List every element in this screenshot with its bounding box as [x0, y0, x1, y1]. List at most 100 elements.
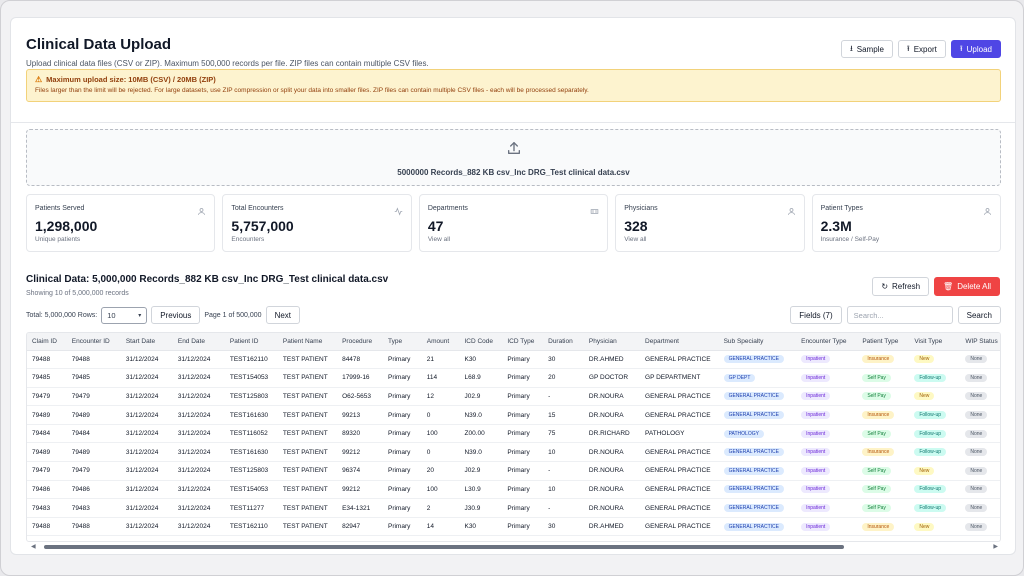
status-badge: Insurance	[862, 411, 895, 420]
rows-per-page-select[interactable]: 10 ▾	[101, 306, 148, 324]
status-badge: GP DEPT	[723, 373, 756, 382]
column-header[interactable]: Encounter Type	[796, 333, 858, 351]
stat-label: Total Encounters	[231, 205, 284, 212]
table-cell: TEST161630	[224, 405, 278, 425]
column-header[interactable]: Amount	[421, 333, 460, 351]
table-row[interactable]: 79489 79489 31/12/2024 31/12/2024 TEST161630…	[27, 405, 1000, 425]
status-badge: Inpatient	[801, 522, 831, 531]
table-cell: None	[960, 387, 1000, 407]
fields-button[interactable]: Fields (7)	[790, 306, 842, 324]
previous-button[interactable]: Previous	[151, 306, 201, 324]
column-header[interactable]: Patient Type	[857, 333, 910, 351]
horizontal-scrollbar[interactable]: ◀ ▶	[26, 543, 1001, 551]
upload-button[interactable]: ⭱ Upload	[950, 40, 1001, 58]
scroll-left-icon[interactable]: ◀	[31, 543, 36, 550]
search-input[interactable]: Search...	[846, 306, 953, 324]
table-row[interactable]: 79488 79488 31/12/2024 31/12/2024 TEST162110…	[27, 350, 1000, 370]
table-cell: Primary	[382, 405, 422, 425]
sample-button[interactable]: ⭳ Sample	[840, 40, 893, 58]
delete-all-button[interactable]: 🗑 Delete All	[934, 277, 1000, 296]
status-badge: GENERAL PRACTICE	[723, 504, 784, 513]
table-cell: 79489	[27, 405, 67, 425]
table-cell: Primary	[502, 405, 544, 425]
stat-card-physicians[interactable]: Physicians 328 View all	[615, 194, 805, 252]
page-header: Clinical Data Upload Upload clinical dat…	[26, 36, 1001, 68]
refresh-icon: ↻	[881, 281, 889, 291]
status-badge: None	[965, 504, 988, 513]
next-button[interactable]: Next	[265, 306, 301, 324]
stat-card-patient-types: Patient Types 2.3M Insurance / Self-Pay	[811, 194, 1002, 252]
column-header[interactable]: Encounter ID	[66, 333, 121, 351]
status-badge: Follow-up	[914, 411, 947, 420]
column-header[interactable]: End Date	[172, 333, 225, 351]
table-cell: 14	[421, 517, 460, 537]
scroll-right-icon[interactable]: ▶	[993, 543, 998, 550]
refresh-button[interactable]: ↻ Refresh	[872, 277, 930, 296]
table-cell: 79485	[66, 368, 121, 388]
scrollbar-thumb[interactable]	[44, 545, 844, 549]
table-row[interactable]: 79479 79479 31/12/2024 31/12/2024 TEST125803…	[27, 387, 1000, 407]
table-cell: Inpatient	[796, 368, 858, 388]
table-cell: Primary	[502, 517, 544, 537]
table-row[interactable]: 79489 79489 31/12/2024 31/12/2024 TEST161630…	[27, 442, 1000, 463]
table-cell: Self Pay	[857, 480, 910, 500]
column-header[interactable]: Physician	[583, 333, 641, 351]
table-cell: DR.AHMED	[583, 517, 641, 537]
table-cell: TEST125803	[224, 461, 278, 481]
column-header[interactable]: Start Date	[120, 333, 173, 351]
export-button[interactable]: ⭱ Export	[897, 40, 946, 58]
status-badge: Self Pay	[862, 466, 891, 475]
view-all-link[interactable]: View all	[428, 236, 599, 243]
table-cell: Inpatient	[796, 350, 858, 370]
table-cell: TEST125803	[224, 387, 278, 407]
search-button[interactable]: Search	[957, 306, 1001, 324]
column-header[interactable]: Sub Specialty	[718, 333, 797, 351]
table-cell: Insurance	[857, 517, 910, 537]
view-all-link[interactable]: View all	[624, 236, 795, 243]
column-header[interactable]: Patient Name	[277, 333, 338, 351]
table-cell: Follow-up	[909, 498, 961, 518]
table-cell: PATHOLOGY	[718, 424, 797, 444]
section-actions: ↻ Refresh 🗑 Delete All	[872, 277, 1000, 296]
column-header[interactable]: Patient ID	[224, 333, 278, 351]
column-header[interactable]: Department	[640, 333, 719, 351]
table-row[interactable]: 79483 79483 31/12/2024 31/12/2024 TEST11277 T…	[27, 498, 1000, 518]
table-cell: TEST154053	[224, 368, 278, 388]
stat-value: 328	[624, 218, 648, 234]
stat-card-departments[interactable]: Departments 47 View all	[418, 194, 609, 252]
table-cell: GENERAL PRACTICE	[718, 442, 797, 463]
status-badge: Insurance	[862, 355, 895, 364]
table-cell: 79483	[27, 498, 67, 518]
table-cell: 0	[421, 442, 460, 463]
status-badge: Inpatient	[801, 355, 831, 364]
column-header[interactable]: Visit Type	[909, 333, 961, 351]
column-header[interactable]: ICD Type	[502, 333, 544, 351]
column-header[interactable]: ICD Code	[459, 333, 503, 351]
file-dropzone[interactable]: 5000000 Records_882 KB csv_Inc DRG_Test …	[26, 129, 1001, 186]
column-header[interactable]: Duration	[543, 333, 584, 351]
table-cell: DR.NOURA	[583, 461, 641, 481]
column-header[interactable]: Procedure	[337, 333, 383, 351]
table-row[interactable]: 79479 79479 31/12/2024 31/12/2024 TEST125803…	[27, 461, 1000, 481]
table-row[interactable]: 79484 79484 31/12/2024 31/12/2024 TEST116052…	[27, 424, 1000, 444]
table-cell: Self Pay	[857, 498, 910, 518]
table-cell: 21	[421, 350, 460, 370]
table-cell: None	[960, 461, 1000, 481]
table-cell: GENERAL PRACTICE	[718, 350, 797, 370]
table-cell: GENERAL PRACTICE	[718, 387, 797, 407]
data-table-container[interactable]: Claim ID Encounter ID Start Date End Date Pa…	[26, 332, 1001, 542]
column-header[interactable]: Type	[382, 333, 422, 351]
table-cell: 31/12/2024	[120, 480, 173, 500]
total-rows-label: Total: 5,000,000 Rows:	[26, 311, 98, 319]
table-cell: DR.RICHARD	[583, 424, 641, 444]
stat-value: 47	[427, 218, 444, 234]
table-cell: Self Pay	[857, 387, 910, 407]
table-row[interactable]: 79485 79485 31/12/2024 31/12/2024 TEST154053…	[27, 368, 1000, 388]
table-row[interactable]: 79488 79488 31/12/2024 31/12/2024 TEST162110…	[27, 517, 1000, 537]
table-cell: New	[909, 387, 961, 407]
status-badge: Self Pay	[862, 373, 891, 382]
table-row[interactable]: 79486 79486 31/12/2024 31/12/2024 TEST154053…	[27, 480, 1000, 500]
column-header[interactable]: Claim ID	[27, 333, 67, 351]
column-header[interactable]: WIP Status	[960, 333, 1000, 351]
table-cell: New	[909, 461, 961, 481]
